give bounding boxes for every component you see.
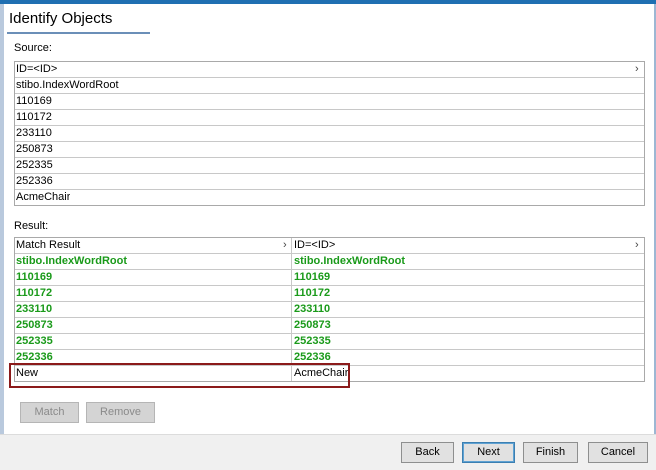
id-cell: 110169: [294, 271, 331, 283]
id-cell: 250873: [294, 319, 331, 331]
match-cell: 233110: [16, 303, 53, 315]
match-cell: 250873: [16, 319, 53, 331]
id-cell: stibo.IndexWordRoot: [294, 255, 406, 267]
source-cell: 252336: [16, 175, 53, 187]
source-cell: 110169: [16, 95, 52, 107]
match-result-header[interactable]: Match Result: [15, 238, 285, 254]
table-row[interactable]: 250873 250873: [15, 318, 644, 334]
source-table[interactable]: ID=<ID> › stibo.IndexWordRoot 110169 110…: [14, 61, 645, 206]
chevron-right-icon: ›: [635, 239, 639, 251]
source-cell: 110172: [16, 111, 52, 123]
match-cell: 252335: [16, 335, 53, 347]
remove-button[interactable]: Remove: [86, 402, 155, 423]
table-row[interactable]: 110172 110172: [15, 286, 644, 302]
table-row[interactable]: stibo.IndexWordRoot: [15, 78, 644, 94]
result-table[interactable]: Match Result › ID=<ID> › stibo.IndexWord…: [14, 237, 645, 382]
source-cell: stibo.IndexWordRoot: [16, 79, 119, 91]
cancel-button[interactable]: Cancel: [588, 442, 648, 463]
page-title: Identify Objects: [9, 10, 113, 27]
table-row[interactable]: 110169 110169: [15, 270, 644, 286]
table-row[interactable]: 250873: [15, 142, 644, 158]
table-row[interactable]: 233110: [15, 126, 644, 142]
chevron-right-icon: ›: [283, 239, 287, 251]
source-cell: 233110: [16, 127, 52, 139]
highlight-box: [9, 363, 350, 388]
source-cell: 252335: [16, 159, 53, 171]
source-header: ID=<ID>: [16, 63, 58, 75]
result-header-row: Match Result › ID=<ID> ›: [15, 238, 644, 254]
table-row[interactable]: 252335: [15, 158, 644, 174]
finish-button[interactable]: Finish: [523, 442, 578, 463]
match-cell: stibo.IndexWordRoot: [16, 255, 128, 267]
id-header[interactable]: ID=<ID>: [293, 238, 623, 254]
match-cell: 110169: [16, 271, 53, 283]
source-header-row: ID=<ID> ›: [15, 62, 644, 78]
match-button[interactable]: Match: [20, 402, 79, 423]
chevron-right-icon: ›: [635, 63, 639, 75]
table-row[interactable]: stibo.IndexWordRoot stibo.IndexWordRoot: [15, 254, 644, 270]
id-cell: 233110: [294, 303, 331, 315]
source-label: Source:: [14, 42, 52, 54]
source-cell: 250873: [16, 143, 53, 155]
back-button[interactable]: Back: [401, 442, 454, 463]
table-row[interactable]: 252335 252335: [15, 334, 644, 350]
table-row[interactable]: 252336: [15, 174, 644, 190]
table-row[interactable]: 110172: [15, 110, 644, 126]
table-row[interactable]: 233110 233110: [15, 302, 644, 318]
next-button[interactable]: Next: [462, 442, 515, 463]
id-cell: 252335: [294, 335, 331, 347]
id-cell: 110172: [294, 287, 331, 299]
title-underline: [7, 32, 150, 34]
source-cell: AcmeChair: [16, 191, 71, 203]
result-label: Result:: [14, 220, 49, 232]
match-cell: 110172: [16, 287, 53, 299]
table-row[interactable]: AcmeChair: [15, 190, 644, 206]
table-row[interactable]: 110169: [15, 94, 644, 110]
